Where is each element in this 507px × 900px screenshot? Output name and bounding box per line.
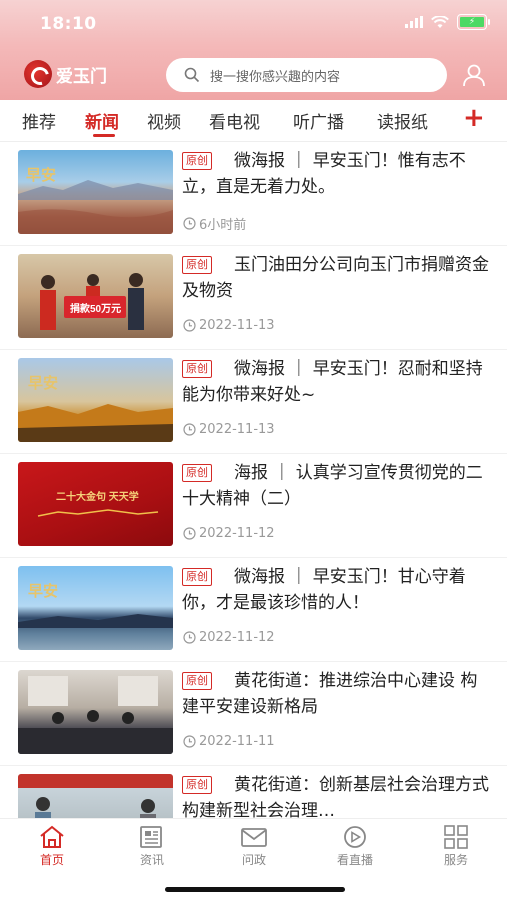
thumb-caption: 早安 bbox=[28, 582, 58, 600]
news-meta: 2022-11-12 bbox=[183, 526, 275, 541]
news-item[interactable]: 捐款50万元 原创 玉门油田分公司向玉门市捐赠资金及物资 2022-11-13 bbox=[0, 246, 507, 350]
add-channel-button[interactable]: + bbox=[463, 103, 485, 133]
news-time: 2022-11-12 bbox=[199, 630, 275, 645]
clock-icon bbox=[183, 527, 196, 540]
news-time: 2022-11-12 bbox=[199, 526, 275, 541]
nav-home-label: 首页 bbox=[39, 853, 64, 867]
status-icons: ⚡ bbox=[405, 14, 490, 30]
home-icon bbox=[40, 825, 64, 848]
tab-news[interactable]: 新闻 bbox=[85, 108, 119, 133]
tab-tv[interactable]: 看电视 bbox=[209, 108, 260, 133]
news-item[interactable]: 原创 黄花街道：推进综治中心建设 构建平安建设新格局 2022-11-11 bbox=[0, 662, 507, 766]
nav-live-label: 看直播 bbox=[336, 853, 373, 867]
logo-mark-icon bbox=[24, 60, 52, 88]
nav-inquiry-label: 问政 bbox=[241, 853, 266, 867]
clock-icon bbox=[183, 631, 196, 644]
clock-icon bbox=[183, 217, 196, 230]
nav-home[interactable]: 首页 bbox=[22, 825, 82, 868]
app-header: 18:10 ⚡ 爱玉门 搜一搜你感兴趣的内容 bbox=[0, 0, 507, 100]
status-bar: 18:10 ⚡ bbox=[0, 0, 507, 48]
nav-news[interactable]: 资讯 bbox=[122, 825, 182, 868]
news-icon bbox=[140, 826, 162, 848]
thumb-caption: 二十大金句 天天学 bbox=[56, 490, 139, 503]
news-time: 6小时前 bbox=[199, 218, 247, 233]
news-thumbnail bbox=[18, 774, 173, 818]
mail-icon bbox=[241, 828, 267, 847]
channel-tabs: 推荐 新闻 视频 看电视 听广播 读报纸 + bbox=[0, 100, 507, 142]
tab-video[interactable]: 视频 bbox=[147, 108, 181, 133]
thumb-caption: 早安 bbox=[26, 166, 56, 184]
app-logo[interactable]: 爱玉门 bbox=[24, 60, 107, 88]
news-title: 玉门油田分公司向玉门市捐赠资金及物资 bbox=[182, 255, 489, 301]
news-thumbnail: 二十大金句 天天学 bbox=[18, 462, 173, 546]
news-title: 微海报 ｜ 早安玉门！甘心守着你，才是最该珍惜的人！ bbox=[182, 567, 466, 613]
search-bar[interactable]: 搜一搜你感兴趣的内容 bbox=[166, 58, 447, 92]
news-meta: 2022-11-11 bbox=[183, 734, 275, 749]
nav-services-label: 服务 bbox=[443, 853, 468, 867]
news-thumbnail bbox=[18, 670, 173, 754]
wifi-icon bbox=[431, 15, 449, 28]
news-item[interactable]: 原创 黄花街道：创新基层社会治理方式 构建新型社会治理… bbox=[0, 766, 507, 818]
clock-icon bbox=[183, 735, 196, 748]
logo-text: 爱玉门 bbox=[56, 66, 107, 87]
active-tab-indicator bbox=[93, 134, 115, 137]
news-title: 黄花街道：创新基层社会治理方式 构建新型社会治理… bbox=[182, 775, 489, 818]
news-item[interactable]: 早安 原创 微海报 ｜ 早安玉门！惟有志不立，直是无着力处。 6小时前 bbox=[0, 142, 507, 246]
nav-inquiry[interactable]: 问政 bbox=[224, 825, 284, 868]
news-time: 2022-11-11 bbox=[199, 734, 275, 749]
grid-icon bbox=[444, 825, 468, 849]
tab-recommend[interactable]: 推荐 bbox=[22, 108, 56, 133]
news-meta: 2022-11-12 bbox=[183, 630, 275, 645]
nav-live[interactable]: 看直播 bbox=[325, 825, 385, 868]
user-profile-icon[interactable] bbox=[461, 62, 487, 88]
news-item[interactable]: 早安 原创 微海报 ｜ 早安玉门！甘心守着你，才是最该珍惜的人！ 2022-11… bbox=[0, 558, 507, 662]
tab-radio[interactable]: 听广播 bbox=[293, 108, 344, 133]
news-meta: 2022-11-13 bbox=[183, 318, 275, 333]
clock-icon bbox=[183, 319, 196, 332]
news-meta: 6小时前 bbox=[183, 214, 246, 233]
clock-icon bbox=[183, 423, 196, 436]
news-time: 2022-11-13 bbox=[199, 318, 275, 333]
news-title: 微海报 ｜ 早安玉门！忍耐和坚持能为你带来好处~ bbox=[182, 359, 483, 405]
news-meta: 2022-11-13 bbox=[183, 422, 275, 437]
news-thumbnail: 早安 bbox=[18, 566, 173, 650]
nav-services[interactable]: 服务 bbox=[426, 825, 486, 868]
nav-news-label: 资讯 bbox=[139, 853, 164, 867]
news-title: 微海报 ｜ 早安玉门！惟有志不立，直是无着力处。 bbox=[182, 151, 466, 197]
news-thumbnail: 早安 bbox=[18, 358, 173, 442]
news-thumbnail: 早安 bbox=[18, 150, 173, 234]
battery-icon: ⚡ bbox=[457, 14, 490, 30]
news-time: 2022-11-13 bbox=[199, 422, 275, 437]
play-icon bbox=[344, 826, 366, 848]
thumb-caption: 捐款50万元 bbox=[70, 302, 121, 315]
search-placeholder: 搜一搜你感兴趣的内容 bbox=[210, 69, 341, 85]
thumb-caption: 早安 bbox=[28, 374, 58, 392]
home-indicator[interactable] bbox=[165, 887, 345, 892]
search-icon bbox=[184, 67, 200, 83]
news-thumbnail: 捐款50万元 bbox=[18, 254, 173, 338]
news-list: 早安 原创 微海报 ｜ 早安玉门！惟有志不立，直是无着力处。 6小时前 捐款50… bbox=[0, 142, 507, 818]
signal-icon bbox=[405, 16, 423, 28]
news-title: 海报 ｜ 认真学习宣传贯彻党的二十大精神（二） bbox=[182, 463, 483, 509]
status-time: 18:10 bbox=[40, 14, 97, 34]
news-item[interactable]: 早安 原创 微海报 ｜ 早安玉门！忍耐和坚持能为你带来好处~ 2022-11-1… bbox=[0, 350, 507, 454]
tab-newspaper[interactable]: 读报纸 bbox=[377, 108, 428, 133]
news-item[interactable]: 二十大金句 天天学 原创 海报 ｜ 认真学习宣传贯彻党的二十大精神（二） 202… bbox=[0, 454, 507, 558]
news-title: 黄花街道：推进综治中心建设 构建平安建设新格局 bbox=[182, 671, 478, 717]
